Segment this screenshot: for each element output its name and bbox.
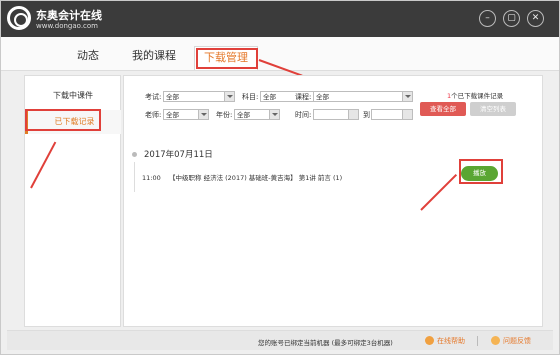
record-date: 2017年07月11日 (144, 150, 213, 160)
calendar-icon[interactable] (348, 110, 358, 119)
year-select-value: 全部 (237, 111, 250, 119)
feedback-icon (491, 336, 500, 345)
year-label: 年份: (216, 111, 233, 119)
timeline-line (134, 162, 135, 192)
chat-icon (425, 336, 434, 345)
chevron-down-icon (198, 110, 208, 119)
teacher-select-value: 全部 (166, 111, 179, 119)
date-from-input[interactable] (313, 109, 359, 120)
subject-label: 科目: (242, 93, 259, 101)
maximize-icon[interactable]: ▢ (503, 10, 520, 27)
exam-label: 考试: (145, 93, 162, 101)
to-label: 到 (363, 111, 370, 119)
course-select[interactable]: 全部 (313, 91, 413, 102)
app-window: 东奥会计在线 www.dongao.com – ▢ ✕ 动态 我的课程 下载管理… (0, 0, 560, 355)
tab-activity[interactable]: 动态 (77, 47, 99, 63)
clear-list-button[interactable]: 清空列表 (470, 102, 516, 116)
record-time: 11:00 (142, 174, 161, 182)
tab-my-courses[interactable]: 我的课程 (132, 47, 176, 63)
annotation-highlight-tab (196, 48, 258, 69)
sidebar-item-downloading[interactable]: 下载中课件 (25, 84, 121, 108)
record-date-header: 2017年07月11日 (132, 148, 213, 160)
feedback-link[interactable]: 问题反馈 (503, 336, 531, 346)
record-title: 【中级职称 经济法 (2017) 基础班-黄吉海】 第1讲 前言 (1) (169, 174, 343, 182)
record-count: 1个已下载课件记录 (447, 90, 503, 100)
brand-url: www.dongao.com (36, 22, 98, 30)
chevron-down-icon (402, 92, 412, 101)
minimize-icon[interactable]: – (479, 10, 496, 27)
time-label: 时间: (295, 111, 312, 119)
date-to-input[interactable] (371, 109, 413, 120)
device-binding-notice: 您的账号已绑定当前机器 (最多可绑定3台机器) (258, 339, 393, 347)
online-help-link[interactable]: 在线帮助 (437, 336, 465, 346)
teacher-select[interactable]: 全部 (163, 109, 209, 120)
year-select[interactable]: 全部 (234, 109, 280, 120)
subject-select-value: 全部 (263, 93, 276, 101)
close-icon[interactable]: ✕ (527, 10, 544, 27)
list-item: 11:00 【中级职称 经济法 (2017) 基础班-黄吉海】 第1讲 前言 (… (142, 172, 342, 182)
timeline-dot-icon (132, 152, 137, 157)
annotation-highlight-sidebar (25, 109, 101, 131)
brand-logo-icon (7, 6, 31, 30)
teacher-label: 老师: (145, 111, 162, 119)
record-count-text: 个已下载课件记录 (451, 92, 504, 100)
divider (477, 336, 478, 346)
content-panel: 考试: 全部 科目: 全部 课程: 全部 老师: 全部 年份: 全部 时间: 到… (123, 75, 543, 327)
calendar-icon[interactable] (402, 110, 412, 119)
annotation-highlight-play (459, 159, 503, 184)
title-bar: 东奥会计在线 www.dongao.com – ▢ ✕ (1, 1, 559, 37)
course-label: 课程: (295, 93, 312, 101)
exam-select[interactable]: 全部 (163, 91, 235, 102)
status-bar: 您的账号已绑定当前机器 (最多可绑定3台机器) 在线帮助 问题反馈 (7, 330, 553, 350)
chevron-down-icon (224, 92, 234, 101)
exam-select-value: 全部 (166, 93, 179, 101)
view-all-button[interactable]: 查看全部 (420, 102, 466, 116)
course-select-value: 全部 (316, 93, 329, 101)
brand-name: 东奥会计在线 (36, 9, 102, 22)
chevron-down-icon (269, 110, 279, 119)
